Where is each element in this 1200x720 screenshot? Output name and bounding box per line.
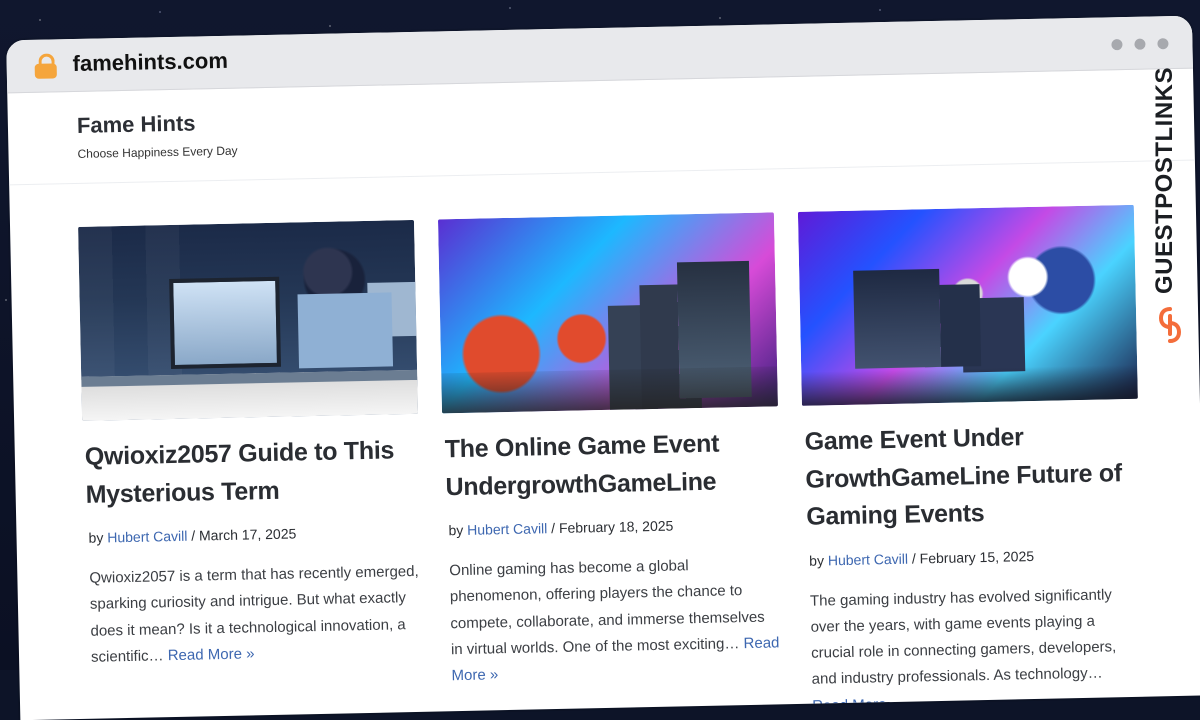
posts-grid: Qwioxiz2057 Guide to This Mysterious Ter… <box>78 204 1169 720</box>
excerpt-text: The gaming industry has evolved signific… <box>810 586 1117 688</box>
browser-window: famehints.com Fame Hints Choose Happines… <box>6 16 1200 720</box>
excerpt-text: Online gaming has become a global phenom… <box>449 557 765 658</box>
author-link[interactable]: Hubert Cavill <box>467 520 547 538</box>
author-link[interactable]: Hubert Cavill <box>107 528 187 546</box>
post-excerpt: The gaming industry has evolved signific… <box>810 581 1143 719</box>
post-excerpt: Online gaming has become a global phenom… <box>449 551 782 689</box>
post-excerpt: Qwioxiz2057 is a term that has recently … <box>89 559 421 671</box>
post-date: March 17, 2025 <box>199 525 297 543</box>
post-title[interactable]: Qwioxiz2057 Guide to This Mysterious Ter… <box>84 432 419 514</box>
window-control-dot[interactable] <box>1134 39 1145 50</box>
meta-separator: / <box>551 520 555 536</box>
lock-icon <box>34 53 56 77</box>
post-meta: by Hubert Cavill / March 17, 2025 <box>88 523 420 546</box>
url-text[interactable]: famehints.com <box>72 48 228 77</box>
site-tagline: Choose Happiness Every Day <box>77 144 237 161</box>
author-link[interactable]: Hubert Cavill <box>828 550 908 568</box>
post-meta: by Hubert Cavill / February 18, 2025 <box>448 515 780 538</box>
post-card: Game Event Under GrowthGameLine Future o… <box>798 205 1144 712</box>
post-thumbnail[interactable] <box>78 220 418 421</box>
window-control-dot[interactable] <box>1111 39 1122 50</box>
post-thumbnail[interactable] <box>438 212 778 413</box>
window-controls <box>1111 38 1168 50</box>
meta-separator: / <box>191 528 195 544</box>
read-more-link[interactable]: Read More » <box>168 645 255 664</box>
post-meta: by Hubert Cavill / February 15, 2025 <box>809 545 1141 568</box>
by-label: by <box>448 522 463 538</box>
post-title[interactable]: Game Event Under GrowthGameLine Future o… <box>804 417 1140 536</box>
read-more-link[interactable]: Read More » <box>812 695 899 714</box>
post-card: The Online Game Event UndergrowthGameLin… <box>438 212 784 719</box>
post-date: February 18, 2025 <box>559 518 674 536</box>
site-title[interactable]: Fame Hints <box>77 110 196 138</box>
post-title[interactable]: The Online Game Event UndergrowthGameLin… <box>444 424 779 506</box>
post-thumbnail[interactable] <box>798 205 1138 406</box>
post-date: February 15, 2025 <box>920 548 1035 566</box>
meta-separator: / <box>912 550 916 566</box>
post-card: Qwioxiz2057 Guide to This Mysterious Ter… <box>78 220 424 720</box>
by-label: by <box>88 529 103 545</box>
by-label: by <box>809 552 824 568</box>
window-control-dot[interactable] <box>1157 38 1168 49</box>
